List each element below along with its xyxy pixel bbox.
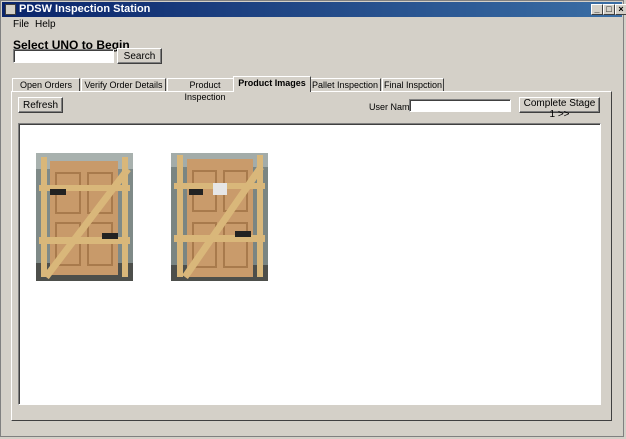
refresh-button[interactable]: Refresh — [18, 97, 63, 113]
tab-product-inspection[interactable]: Product Inspection — [167, 78, 243, 102]
tab-open-orders[interactable]: Open Orders — [12, 78, 80, 91]
menu-bar: File Help — [2, 18, 622, 32]
tab-verify-order-details[interactable]: Verify Order Details — [81, 78, 166, 91]
title-bar[interactable]: PDSW Inspection Station _ □ × — [2, 2, 626, 17]
app-window: PDSW Inspection Station _ □ × File Help … — [0, 0, 626, 437]
tab-pallet-inspection[interactable]: Pallet Inspection — [309, 78, 381, 91]
app-icon — [5, 4, 16, 15]
door-on-pallet-photo-icon — [36, 153, 133, 281]
door-on-pallet-photo-icon — [171, 153, 268, 281]
product-image-1[interactable] — [36, 153, 133, 281]
complete-stage-button[interactable]: Complete Stage 1 >> — [519, 97, 600, 120]
unq-input[interactable] — [13, 49, 114, 63]
menu-help[interactable]: Help — [35, 19, 56, 30]
close-button[interactable]: × — [615, 4, 626, 15]
search-button[interactable]: Search — [117, 48, 162, 64]
tab-final-inspection[interactable]: Final Inspction — [382, 78, 444, 91]
user-name-field[interactable] — [409, 99, 511, 112]
menu-file[interactable]: File — [13, 19, 29, 30]
maximize-button[interactable]: □ — [603, 4, 615, 15]
minimize-button[interactable]: _ — [591, 4, 603, 15]
product-image-2[interactable] — [171, 153, 268, 281]
window-title: PDSW Inspection Station — [19, 3, 151, 15]
tab-product-images[interactable]: Product Images — [233, 76, 311, 92]
